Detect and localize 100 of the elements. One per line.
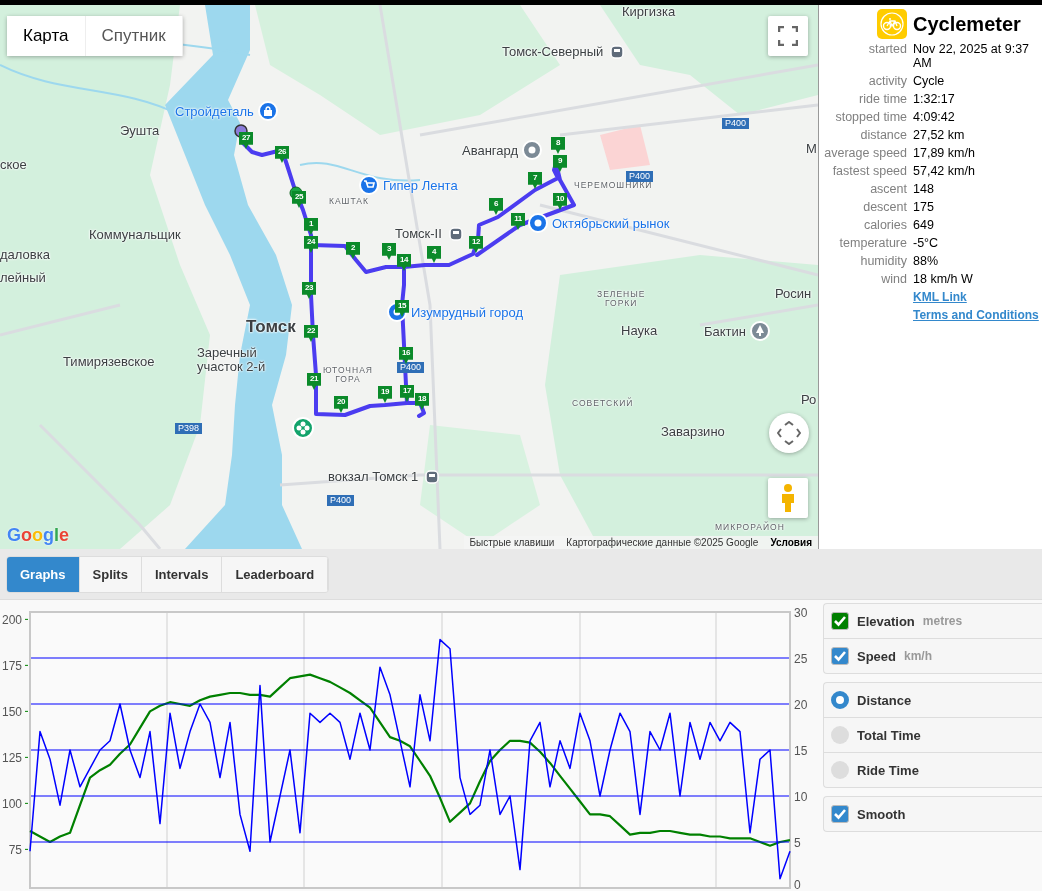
shortcuts-link[interactable]: Быстрые клавиши [469, 537, 555, 548]
place-label: Тимирязевское [63, 355, 155, 369]
option-label: Speed [857, 648, 896, 664]
map-type-button[interactable]: Спутник [85, 16, 183, 56]
link[interactable]: KML Link [913, 290, 1042, 304]
option-label: Elevation [857, 613, 915, 629]
option-label: Total Time [857, 727, 921, 743]
elevation-axis-label: 150 [1, 705, 22, 720]
stat-label: stopped time [834, 110, 907, 124]
checkbox[interactable] [831, 805, 849, 823]
district-label: ЗЕЛЕНЫЕ ГОРКИ [597, 290, 646, 308]
district-label: ЮТОЧНАЯ ГОРА [323, 366, 373, 384]
stat-label: calories [862, 218, 907, 232]
stat-label: humidity [859, 254, 907, 268]
place-label: Заречный участок 2-й [197, 346, 266, 374]
place-label: лейный [0, 271, 46, 285]
checkbox[interactable] [831, 647, 849, 665]
stat-value: Cycle [913, 74, 946, 88]
bicycle-icon [877, 9, 907, 39]
poi-label[interactable]: Изумрудный город [411, 306, 524, 320]
stat-label: descent [862, 200, 907, 214]
poi-label[interactable]: Октябрьский рынок [552, 217, 670, 231]
city-label: Томск [246, 318, 296, 336]
elevation-axis-label: 100 [1, 797, 22, 812]
stat-label: fastest speed [831, 164, 907, 178]
speed-axis-label: 10 [794, 790, 808, 804]
radio-button[interactable] [831, 761, 849, 779]
terms-link[interactable]: Условия [770, 537, 812, 548]
legend-option[interactable]: Smooth [824, 797, 1042, 831]
place-label: Авангард [462, 144, 519, 158]
elevation-axis-label: 175 [1, 659, 22, 674]
stat-label: distance [859, 128, 907, 142]
stat-value: 18 km/h W [913, 272, 974, 286]
option-label: Distance [857, 692, 912, 708]
stat-value: 175 [913, 200, 935, 214]
stat-value: 649 [913, 218, 935, 232]
place-label: вокзал Томск 1 [328, 470, 419, 484]
poi-label[interactable]: Гипер Лента [383, 179, 458, 193]
stat-label: wind [880, 272, 907, 286]
road-number: Р400 [626, 171, 654, 183]
map-type-button[interactable]: Карта [7, 16, 86, 56]
x-axis-option[interactable]: Ride Time [824, 753, 1042, 787]
link[interactable]: Terms and Conditions [913, 308, 1042, 322]
speed-axis-label: 25 [794, 652, 808, 666]
stat-value: Nov 22, 2025 at 9:37 AM [913, 42, 1031, 70]
place-label: Томск-Северный [502, 45, 604, 59]
road-number: Р400 [397, 362, 425, 374]
elevation-axis-label: 125 [1, 751, 22, 766]
place-label: Наука [621, 324, 658, 338]
fullscreen-button[interactable] [768, 16, 808, 56]
stat-value: -5°C [913, 236, 940, 250]
checkmark-icon [833, 808, 847, 820]
stat-value: 17,89 km/h [913, 146, 976, 160]
stat-value: 57,42 km/h [913, 164, 976, 178]
unit-label: km/h [904, 649, 933, 663]
legend-option[interactable]: Speed km/h [824, 639, 1042, 673]
app-title: Cyclemeter [913, 12, 1021, 36]
stat-value: 27,52 km [913, 128, 966, 142]
x-axis-option[interactable]: Distance [824, 683, 1042, 718]
stat-label: temperature [838, 236, 907, 250]
stat-label: average speed [823, 146, 907, 160]
radio-button[interactable] [831, 726, 849, 744]
radio-button[interactable] [831, 691, 849, 709]
place-label: Ро [801, 393, 817, 407]
speed-axis-label: 30 [794, 606, 808, 620]
place-label: Заварзино [661, 425, 725, 439]
district-label: КАШТАК [329, 197, 369, 206]
stat-label: ascent [869, 182, 907, 196]
fullscreen-icon [778, 26, 798, 46]
checkbox[interactable] [831, 612, 849, 630]
speed-axis-label: 0 [794, 878, 801, 891]
speed-axis-label: 20 [794, 698, 808, 712]
x-axis-option[interactable]: Total Time [824, 718, 1042, 753]
legend-option[interactable]: Elevation metres [824, 604, 1042, 639]
checkmark-icon [833, 615, 847, 627]
stat-label: ride time [858, 92, 907, 106]
place-label: Коммунальщик [89, 228, 181, 242]
road-number: Р400 [722, 118, 750, 130]
unit-label: metres [922, 614, 963, 628]
place-label: Эушта [120, 124, 160, 138]
stat-label: activity [867, 74, 907, 88]
place-label: Бактин [704, 325, 746, 339]
map-data-credit: Картографические данные ©2025 Google [566, 537, 759, 548]
google-logo[interactable]: Google [7, 525, 70, 546]
option-label: Ride Time [857, 762, 919, 778]
elevation-axis-label: 200 [1, 613, 22, 628]
speed-axis-label: 5 [794, 836, 801, 850]
place-label: Росин [775, 287, 812, 301]
tab[interactable]: Leaderboard [222, 556, 329, 592]
stat-value: 4:09:42 [913, 110, 956, 124]
tab[interactable]: Intervals [141, 556, 223, 592]
stat-value: 88% [913, 254, 940, 268]
place-label: даловка [0, 248, 50, 262]
place-label: М [806, 142, 817, 156]
place-label: Томск-II [395, 227, 442, 241]
option-label: Smooth [857, 806, 906, 822]
road-number: Р400 [327, 495, 355, 507]
tab[interactable]: Splits [79, 556, 142, 592]
tab[interactable]: Graphs [7, 556, 80, 592]
stat-value: 148 [913, 182, 935, 196]
